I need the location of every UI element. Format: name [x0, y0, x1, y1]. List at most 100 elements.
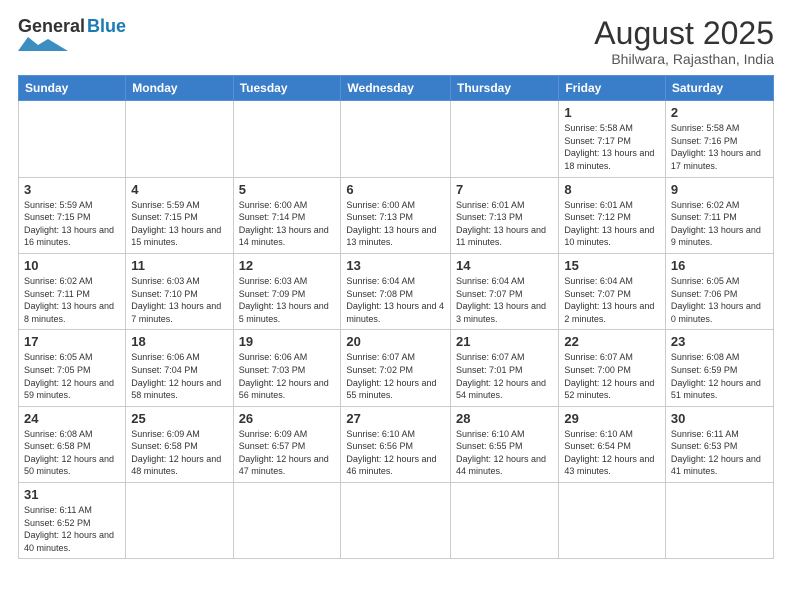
day-number: 2: [671, 105, 768, 120]
table-row: 5 Sunrise: 6:00 AM Sunset: 7:14 PM Daylig…: [233, 177, 341, 253]
table-row: 4Sunrise: 5:59 AM Sunset: 7:15 PM Daylig…: [126, 177, 233, 253]
table-row: [341, 483, 451, 559]
day-info: Sunrise: 6:00 AM Sunset: 7:14 PM Dayligh…: [239, 199, 336, 249]
table-row: 19 Sunrise: 6:06 AM Sunset: 7:03 PM Dayli…: [233, 330, 341, 406]
day-info: Sunrise: 6:02 AM Sunset: 7:11 PM Dayligh…: [24, 275, 120, 325]
calendar-week-row: 1 Sunrise: 5:58 AM Sunset: 7:17 PM Daylig…: [19, 101, 774, 177]
col-saturday: Saturday: [665, 76, 773, 101]
day-info: Sunrise: 6:10 AM Sunset: 6:54 PM Dayligh…: [564, 428, 660, 478]
day-info: Sunrise: 6:04 AM Sunset: 7:07 PM Dayligh…: [564, 275, 660, 325]
day-info: Sunrise: 5:58 AM Sunset: 7:16 PM Dayligh…: [671, 122, 768, 172]
day-number: 22: [564, 334, 660, 349]
day-info: Sunrise: 6:08 AM Sunset: 6:58 PM Dayligh…: [24, 428, 120, 478]
logo-general: General: [18, 16, 85, 37]
calendar-week-row: 31 Sunrise: 6:11 AM Sunset: 6:52 PM Dayli…: [19, 483, 774, 559]
table-row: [233, 483, 341, 559]
table-row: 18 Sunrise: 6:06 AM Sunset: 7:04 PM Dayli…: [126, 330, 233, 406]
day-info: Sunrise: 6:10 AM Sunset: 6:56 PM Dayligh…: [346, 428, 445, 478]
day-info: Sunrise: 6:06 AM Sunset: 7:03 PM Dayligh…: [239, 351, 336, 401]
day-number: 1: [564, 105, 660, 120]
calendar-header-row: Sunday Monday Tuesday Wednesday Thursday…: [19, 76, 774, 101]
calendar-week-row: 3 Sunrise: 5:59 AM Sunset: 7:15 PM Daylig…: [19, 177, 774, 253]
table-row: 26Sunrise: 6:09 AM Sunset: 6:57 PM Dayli…: [233, 406, 341, 482]
day-info: Sunrise: 6:11 AM Sunset: 6:53 PM Dayligh…: [671, 428, 768, 478]
day-number: 14: [456, 258, 553, 273]
table-row: 17Sunrise: 6:05 AM Sunset: 7:05 PM Dayli…: [19, 330, 126, 406]
day-number: 30: [671, 411, 768, 426]
table-row: 22Sunrise: 6:07 AM Sunset: 7:00 PM Dayli…: [559, 330, 666, 406]
table-row: 12Sunrise: 6:03 AM Sunset: 7:09 PM Dayli…: [233, 253, 341, 329]
table-row: [341, 101, 451, 177]
col-friday: Friday: [559, 76, 666, 101]
table-row: 6Sunrise: 6:00 AM Sunset: 7:13 PM Daylig…: [341, 177, 451, 253]
table-row: 28 Sunrise: 6:10 AM Sunset: 6:55 PM Dayli…: [451, 406, 559, 482]
day-info: Sunrise: 6:05 AM Sunset: 7:06 PM Dayligh…: [671, 275, 768, 325]
table-row: [665, 483, 773, 559]
day-number: 15: [564, 258, 660, 273]
day-number: 6: [346, 182, 445, 197]
day-number: 25: [131, 411, 227, 426]
logo-icon: [18, 37, 68, 51]
table-row: [233, 101, 341, 177]
table-row: 16 Sunrise: 6:05 AM Sunset: 7:06 PM Dayli…: [665, 253, 773, 329]
col-sunday: Sunday: [19, 76, 126, 101]
col-wednesday: Wednesday: [341, 76, 451, 101]
day-number: 19: [239, 334, 336, 349]
day-info: Sunrise: 6:10 AM Sunset: 6:55 PM Dayligh…: [456, 428, 553, 478]
table-row: [19, 101, 126, 177]
day-info: Sunrise: 6:08 AM Sunset: 6:59 PM Dayligh…: [671, 351, 768, 401]
table-row: 25 Sunrise: 6:09 AM Sunset: 6:58 PM Dayli…: [126, 406, 233, 482]
header: General Blue August 2025 Bhilwara, Rajas…: [18, 16, 774, 67]
day-info: Sunrise: 6:04 AM Sunset: 7:07 PM Dayligh…: [456, 275, 553, 325]
day-info: Sunrise: 6:03 AM Sunset: 7:10 PM Dayligh…: [131, 275, 227, 325]
col-monday: Monday: [126, 76, 233, 101]
day-number: 9: [671, 182, 768, 197]
day-info: Sunrise: 6:02 AM Sunset: 7:11 PM Dayligh…: [671, 199, 768, 249]
day-number: 21: [456, 334, 553, 349]
day-number: 27: [346, 411, 445, 426]
day-info: Sunrise: 6:01 AM Sunset: 7:12 PM Dayligh…: [564, 199, 660, 249]
day-number: 3: [24, 182, 120, 197]
day-info: Sunrise: 5:59 AM Sunset: 7:15 PM Dayligh…: [24, 199, 120, 249]
day-info: Sunrise: 6:07 AM Sunset: 7:02 PM Dayligh…: [346, 351, 445, 401]
day-number: 17: [24, 334, 120, 349]
day-number: 7: [456, 182, 553, 197]
day-number: 31: [24, 487, 120, 502]
day-number: 11: [131, 258, 227, 273]
day-number: 28: [456, 411, 553, 426]
day-info: Sunrise: 6:06 AM Sunset: 7:04 PM Dayligh…: [131, 351, 227, 401]
day-number: 23: [671, 334, 768, 349]
col-tuesday: Tuesday: [233, 76, 341, 101]
table-row: 14 Sunrise: 6:04 AM Sunset: 7:07 PM Dayli…: [451, 253, 559, 329]
day-number: 8: [564, 182, 660, 197]
table-row: 13Sunrise: 6:04 AM Sunset: 7:08 PM Dayli…: [341, 253, 451, 329]
table-row: 3 Sunrise: 5:59 AM Sunset: 7:15 PM Daylig…: [19, 177, 126, 253]
table-row: 23 Sunrise: 6:08 AM Sunset: 6:59 PM Dayli…: [665, 330, 773, 406]
calendar-table: Sunday Monday Tuesday Wednesday Thursday…: [18, 75, 774, 559]
table-row: 10Sunrise: 6:02 AM Sunset: 7:11 PM Dayli…: [19, 253, 126, 329]
col-thursday: Thursday: [451, 76, 559, 101]
day-info: Sunrise: 6:11 AM Sunset: 6:52 PM Dayligh…: [24, 504, 120, 554]
table-row: 8 Sunrise: 6:01 AM Sunset: 7:12 PM Daylig…: [559, 177, 666, 253]
table-row: [126, 483, 233, 559]
month-year: August 2025: [594, 16, 774, 51]
table-row: 15 Sunrise: 6:04 AM Sunset: 7:07 PM Dayli…: [559, 253, 666, 329]
table-row: [451, 483, 559, 559]
day-number: 5: [239, 182, 336, 197]
table-row: 7 Sunrise: 6:01 AM Sunset: 7:13 PM Daylig…: [451, 177, 559, 253]
day-info: Sunrise: 6:01 AM Sunset: 7:13 PM Dayligh…: [456, 199, 553, 249]
table-row: 9 Sunrise: 6:02 AM Sunset: 7:11 PM Daylig…: [665, 177, 773, 253]
page: General Blue August 2025 Bhilwara, Rajas…: [0, 0, 792, 569]
table-row: 27 Sunrise: 6:10 AM Sunset: 6:56 PM Dayli…: [341, 406, 451, 482]
day-number: 18: [131, 334, 227, 349]
table-row: 24Sunrise: 6:08 AM Sunset: 6:58 PM Dayli…: [19, 406, 126, 482]
day-number: 16: [671, 258, 768, 273]
day-info: Sunrise: 6:09 AM Sunset: 6:57 PM Dayligh…: [239, 428, 336, 478]
location: Bhilwara, Rajasthan, India: [594, 51, 774, 67]
day-info: Sunrise: 5:58 AM Sunset: 7:17 PM Dayligh…: [564, 122, 660, 172]
table-row: 29Sunrise: 6:10 AM Sunset: 6:54 PM Dayli…: [559, 406, 666, 482]
table-row: 31 Sunrise: 6:11 AM Sunset: 6:52 PM Dayli…: [19, 483, 126, 559]
day-info: Sunrise: 6:09 AM Sunset: 6:58 PM Dayligh…: [131, 428, 227, 478]
title-block: August 2025 Bhilwara, Rajasthan, India: [594, 16, 774, 67]
day-info: Sunrise: 6:03 AM Sunset: 7:09 PM Dayligh…: [239, 275, 336, 325]
